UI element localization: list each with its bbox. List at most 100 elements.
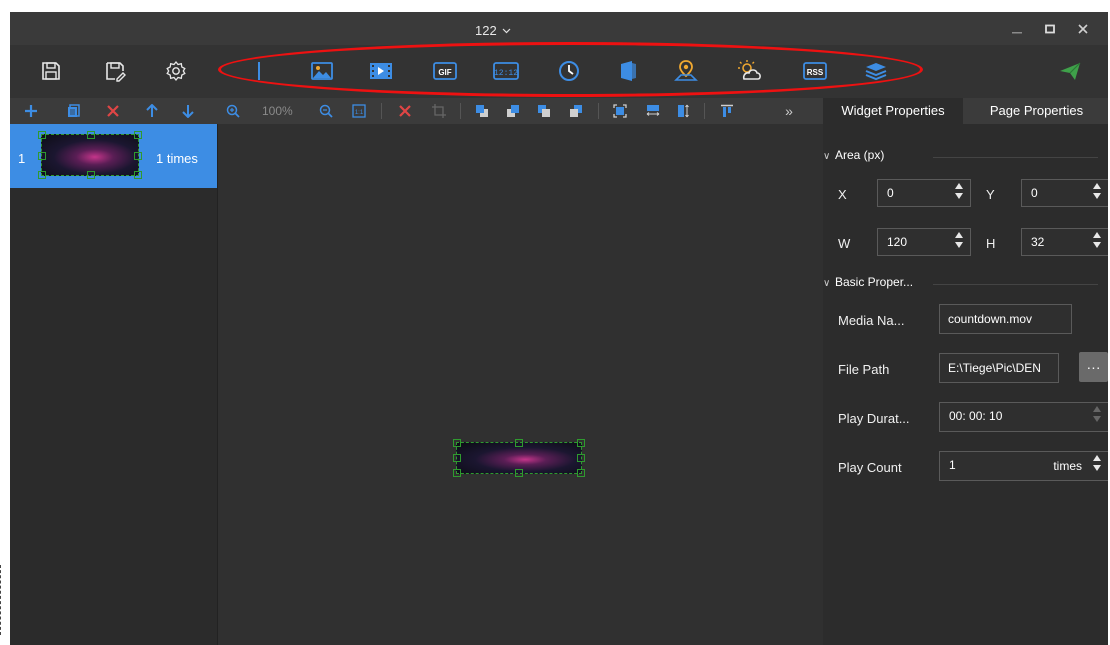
w-input[interactable] [878, 229, 943, 255]
resize-handle[interactable] [453, 454, 461, 462]
file-path-input[interactable] [940, 354, 1058, 382]
spin-arrows-icon [1093, 406, 1102, 426]
y-input[interactable] [1022, 180, 1083, 206]
play-count-unit: times [1053, 459, 1082, 473]
add-page-icon[interactable] [22, 102, 40, 120]
zoom-level: 100% [262, 104, 293, 118]
title-bar: 122 [10, 12, 1108, 45]
resize-handle[interactable] [515, 469, 523, 477]
section-divider [933, 157, 1098, 158]
resize-handle[interactable] [577, 469, 585, 477]
zoom-reset-label: 1:1 [355, 110, 364, 116]
resize-handle [134, 152, 142, 160]
spin-arrows-icon[interactable] [955, 232, 964, 252]
resize-handle[interactable] [453, 469, 461, 477]
app-window: 122 GIF 12:12 RSS 100% 1:1 » Widget Prop… [10, 12, 1108, 645]
area-section[interactable]: ∨ Area (px) [823, 148, 1098, 168]
more-tools-button[interactable]: » [780, 102, 798, 120]
section-divider [933, 284, 1098, 285]
play-duration-label: Play Durat... [838, 411, 910, 426]
play-count-input[interactable] [940, 452, 1058, 478]
crop-icon[interactable] [430, 102, 448, 120]
resize-handle [134, 171, 142, 179]
page-number: 1 [18, 151, 26, 166]
widget-properties-panel: ∨ Area (px) X Y W H ∨ Basic Proper... Medi… [823, 124, 1108, 645]
page-list: 1 1 times [10, 124, 218, 645]
w-spinbox[interactable] [877, 228, 971, 256]
window-title[interactable]: 122 [475, 22, 511, 38]
bring-to-front-icon[interactable] [473, 102, 491, 120]
media-name-label: Media Na... [838, 313, 905, 328]
canvas[interactable] [218, 124, 823, 645]
property-tabs: Widget Properties Page Properties [823, 98, 1108, 124]
bring-forward-icon[interactable] [504, 102, 522, 120]
settings-icon[interactable] [162, 57, 190, 85]
toolbar-separator [460, 103, 461, 119]
media-name-input[interactable] [940, 305, 1071, 333]
toolbar-separator [381, 103, 382, 119]
move-down-icon[interactable] [179, 102, 197, 120]
save-icon[interactable] [37, 57, 65, 85]
browse-file-button[interactable]: ··· [1079, 352, 1108, 382]
send-icon[interactable] [1056, 57, 1084, 85]
video-widget[interactable] [453, 439, 585, 477]
play-duration-field[interactable] [939, 402, 1108, 432]
h-input[interactable] [1022, 229, 1083, 255]
toolbar-separator [704, 103, 705, 119]
page-thumbnail [38, 131, 142, 179]
send-backward-icon[interactable] [535, 102, 553, 120]
y-spinbox[interactable] [1021, 179, 1108, 207]
media-name-field[interactable] [939, 304, 1072, 334]
list-item[interactable]: 1 1 times [10, 124, 217, 188]
spin-arrows-icon[interactable] [955, 183, 964, 203]
resize-handle[interactable] [515, 439, 523, 447]
h-label: H [986, 236, 996, 251]
edge-mark [0, 565, 2, 635]
chevron-down-icon [502, 22, 511, 37]
page-play-times: 1 times [156, 151, 198, 166]
file-path-label: File Path [838, 362, 890, 377]
x-spinbox[interactable] [877, 179, 971, 207]
move-up-icon[interactable] [143, 102, 161, 120]
zoom-out-icon[interactable] [317, 102, 335, 120]
send-to-back-icon[interactable] [567, 102, 585, 120]
tab-widget-properties[interactable]: Widget Properties [823, 98, 963, 124]
play-duration-input[interactable] [940, 403, 1058, 429]
minimize-button[interactable] [1006, 20, 1028, 38]
h-spinbox[interactable] [1021, 228, 1108, 256]
resize-handle [38, 152, 46, 160]
fit-width-icon[interactable] [644, 102, 662, 120]
resize-handle[interactable] [577, 439, 585, 447]
resize-handle [87, 131, 95, 139]
chevron-down-icon: ∨ [823, 151, 831, 162]
save-as-icon[interactable] [101, 57, 129, 85]
delete-widget-icon[interactable] [396, 102, 414, 120]
resize-handle[interactable] [453, 439, 461, 447]
x-input[interactable] [878, 180, 943, 206]
copy-page-icon[interactable] [65, 102, 83, 120]
chevron-down-icon: ∨ [823, 278, 831, 289]
zoom-in-icon[interactable] [224, 102, 242, 120]
align-top-icon[interactable] [718, 102, 736, 120]
play-count-label: Play Count [838, 460, 902, 475]
close-button[interactable] [1072, 20, 1094, 38]
zoom-reset-icon[interactable]: 1:1 [350, 102, 368, 120]
basic-section-title: Basic Proper... [835, 275, 914, 289]
toolbar-separator [598, 103, 599, 119]
delete-page-icon[interactable] [104, 102, 122, 120]
maximize-button[interactable] [1039, 20, 1061, 38]
fit-screen-icon[interactable] [611, 102, 629, 120]
w-label: W [838, 236, 851, 251]
file-path-field[interactable] [939, 353, 1059, 383]
tab-page-properties[interactable]: Page Properties [965, 98, 1108, 124]
play-count-field[interactable]: times [939, 451, 1108, 481]
spin-arrows-icon[interactable] [1093, 183, 1102, 203]
spin-arrows-icon[interactable] [1093, 232, 1102, 252]
highlight-ellipse [218, 42, 923, 97]
basic-properties-section[interactable]: ∨ Basic Proper... [823, 275, 1098, 295]
fit-height-icon[interactable] [675, 102, 693, 120]
resize-handle[interactable] [577, 454, 585, 462]
spin-arrows-icon[interactable] [1093, 455, 1102, 475]
resize-handle [38, 171, 46, 179]
x-label: X [838, 187, 847, 202]
